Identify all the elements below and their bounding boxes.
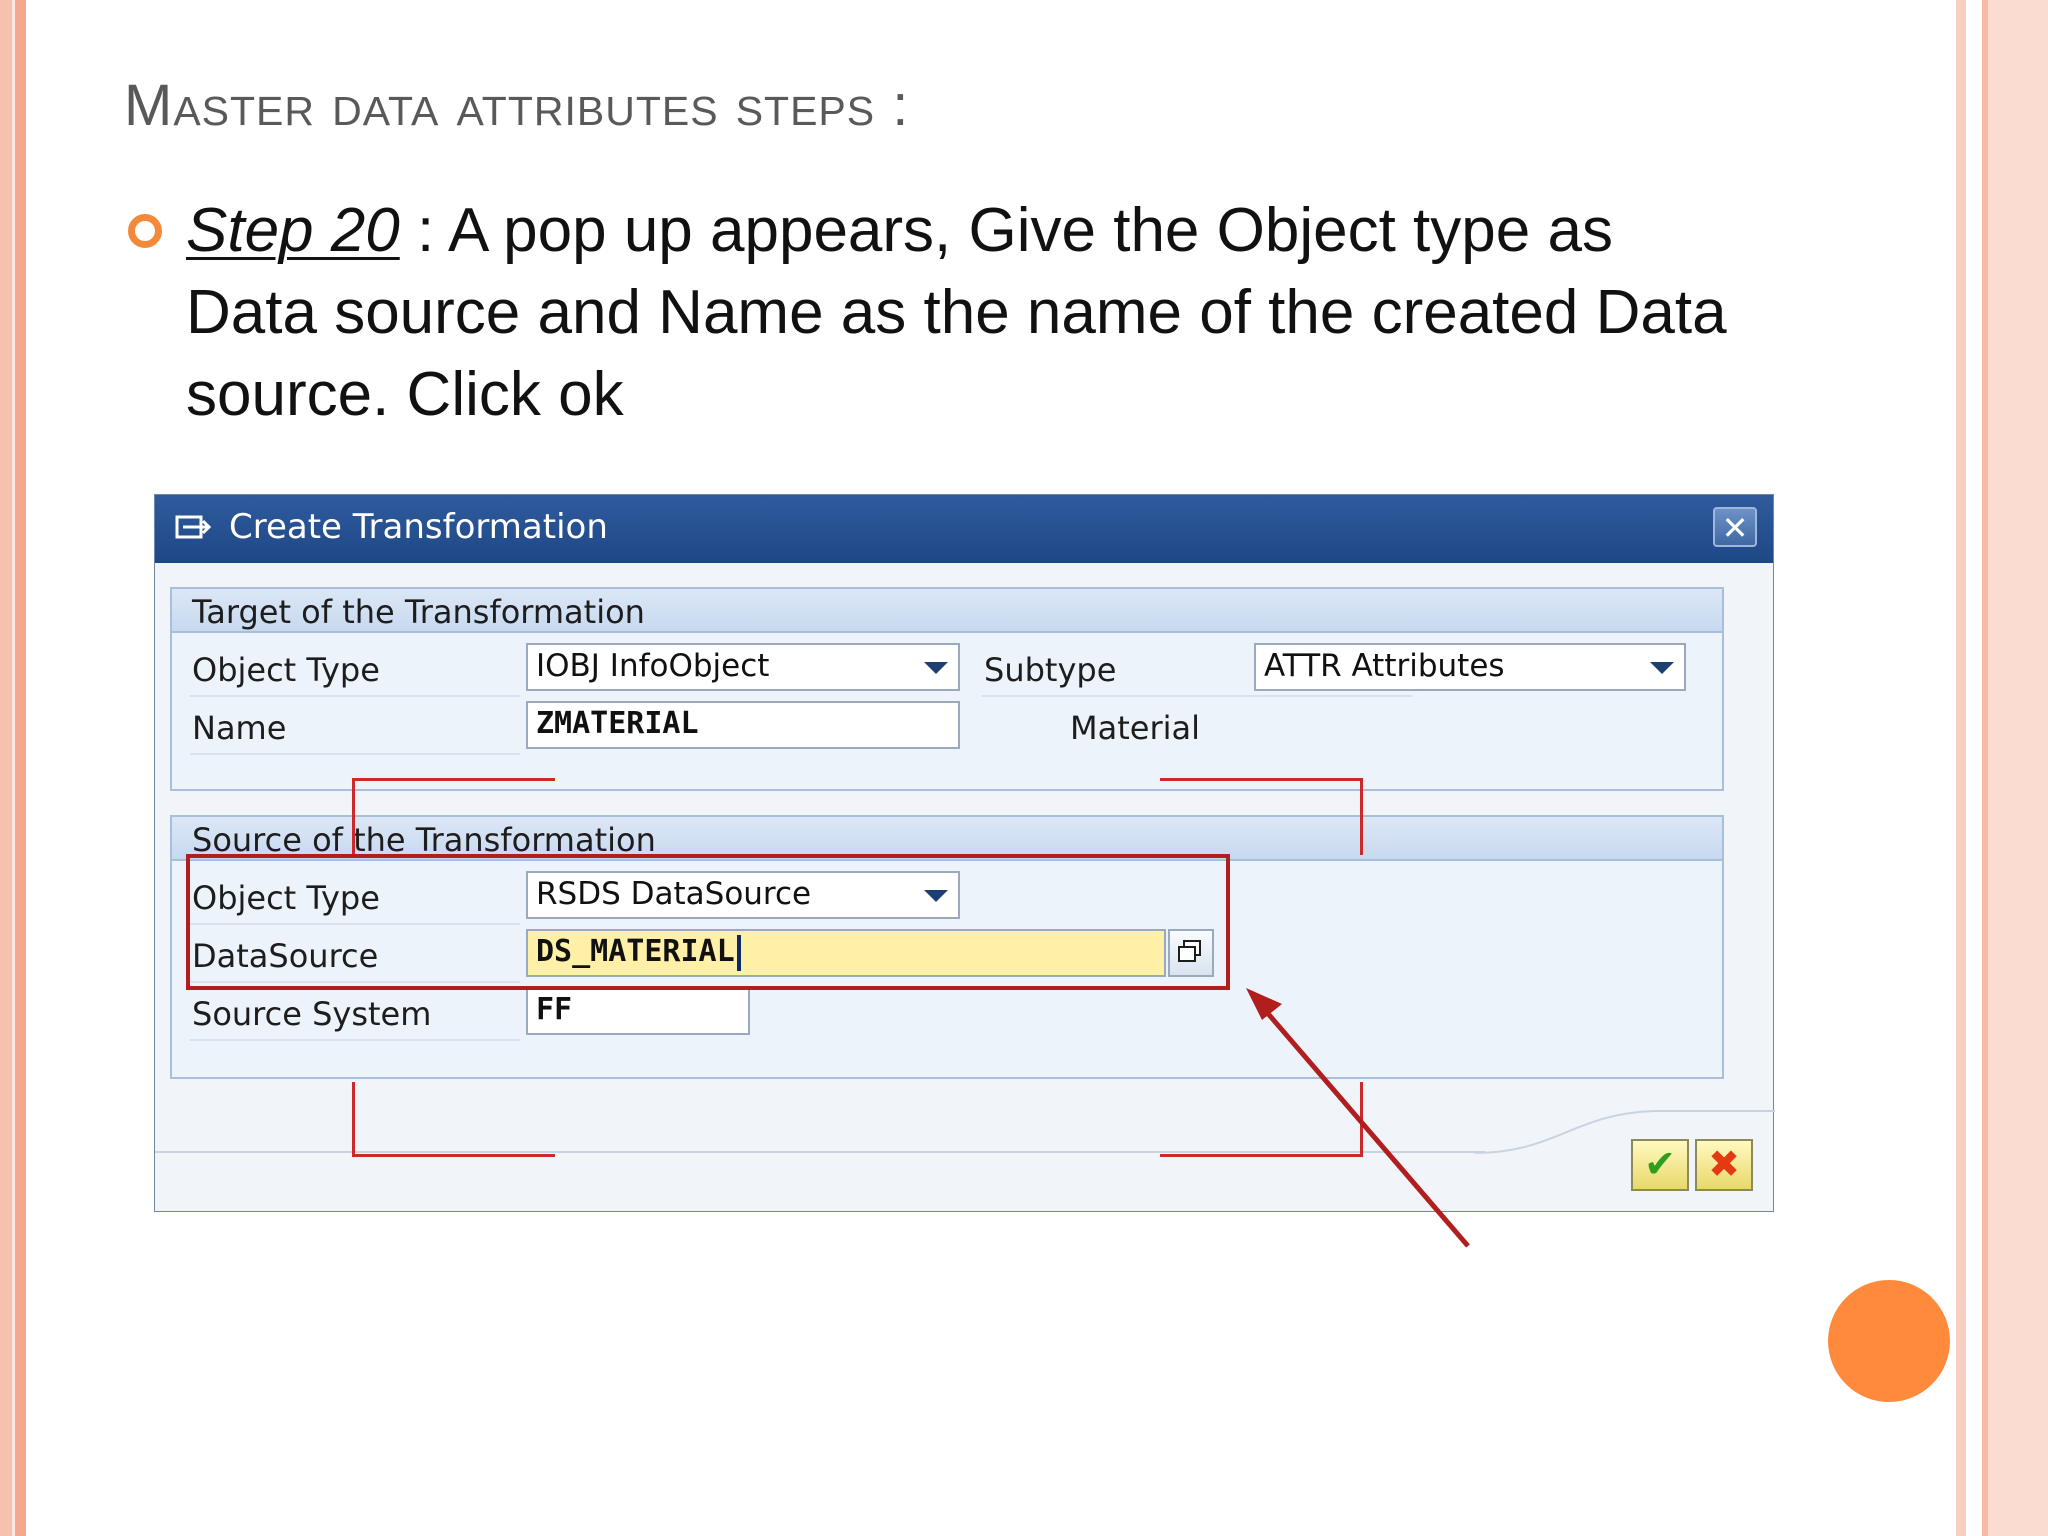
label-underline [190,695,520,697]
annotation-bracket-bottom-right [1160,1082,1363,1157]
target-group-title: Target of the Transformation [192,593,645,631]
annotation-bracket-top-right [1160,778,1363,855]
subtype-label: Subtype [984,651,1117,689]
annotation-bracket-bottom-left [352,1082,555,1157]
label-underline [190,753,520,755]
orange-circle-decoration [1828,1280,1950,1402]
dialog-title: Create Transformation [229,507,608,547]
chevron-down-icon [1650,662,1674,674]
target-name-label: Name [192,709,287,747]
close-button[interactable]: ✕ [1713,507,1757,547]
slide-right-decoration [1956,0,2048,1536]
subtype-select[interactable]: ATTR Attributes [1254,643,1686,691]
step-label: Step 20 [186,196,400,265]
annotation-bracket-top-left [352,778,555,855]
slide-left-decoration [0,0,26,1536]
label-underline [982,695,1412,697]
subtype-value: ATTR Attributes [1264,648,1505,684]
target-object-type-select[interactable]: IOBJ InfoObject [526,643,960,691]
source-system-label: Source System [192,995,432,1033]
slide-title: Master data attributes steps : [124,73,910,138]
slide-body-text: Step 20 : A pop up appears, Give the Obj… [186,190,1746,436]
target-object-type-label: Object Type [192,651,380,689]
step-text: : A pop up appears, Give the Object type… [186,196,1727,429]
target-group: Target of the Transformation Object Type… [170,587,1724,791]
annotation-highlight-box [186,854,1230,990]
target-object-type-value: IOBJ InfoObject [536,648,770,684]
source-system-input[interactable]: FF [526,987,750,1035]
dialog-create-icon [175,515,211,539]
target-name-description: Material [1070,709,1200,747]
cancel-button[interactable]: ✖ [1695,1139,1753,1191]
target-group-header: Target of the Transformation [172,589,1722,633]
ok-button[interactable]: ✔ [1631,1139,1689,1191]
chevron-down-icon [924,662,948,674]
target-name-input[interactable]: ZMATERIAL [526,701,960,749]
label-underline [190,1039,520,1041]
dialog-titlebar: Create Transformation ✕ [155,495,1773,563]
bullet-icon [128,214,162,248]
